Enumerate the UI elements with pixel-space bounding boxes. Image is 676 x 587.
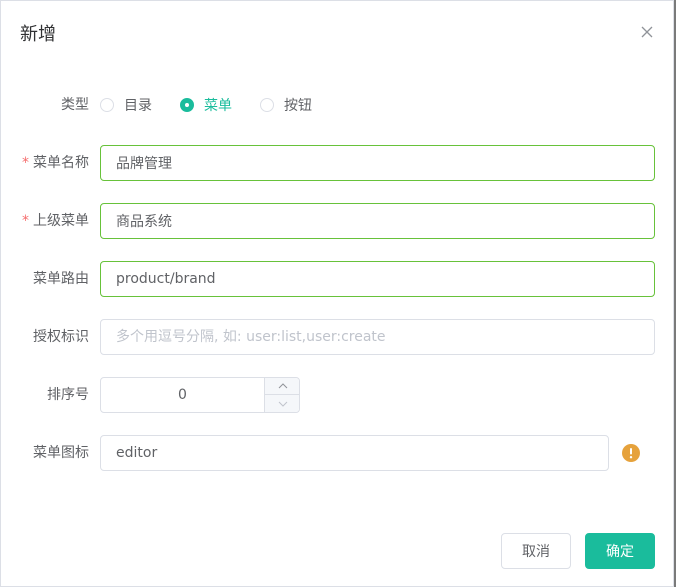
warning-icon[interactable] xyxy=(622,444,640,462)
required-mark: * xyxy=(22,155,29,171)
dialog-title: 新增 xyxy=(20,24,56,45)
confirm-button[interactable]: 确定 xyxy=(585,533,655,569)
stepper-controls xyxy=(264,378,300,412)
radio-menu[interactable]: 菜单 xyxy=(180,95,232,115)
decrement-button[interactable] xyxy=(265,395,300,412)
radio-directory-circle[interactable] xyxy=(100,98,114,112)
increment-button[interactable] xyxy=(265,378,300,395)
menu-route-row: 菜单路由 xyxy=(1,261,675,297)
sort-order-value[interactable]: 0 xyxy=(101,378,264,412)
menu-name-input[interactable] xyxy=(100,145,655,181)
chevron-down-icon xyxy=(278,401,287,407)
radio-menu-circle[interactable] xyxy=(180,98,194,112)
radio-button[interactable]: 按钮 xyxy=(260,95,312,115)
type-row: 类型 目录 菜单 按钮 xyxy=(1,87,675,123)
chevron-up-icon xyxy=(278,383,287,389)
radio-menu-label: 菜单 xyxy=(204,98,232,114)
permission-row: 授权标识 xyxy=(1,319,675,355)
menu-icon-input[interactable] xyxy=(100,435,609,471)
required-mark: * xyxy=(22,213,29,229)
menu-route-label: 菜单路由 xyxy=(33,271,89,287)
menu-route-input[interactable] xyxy=(100,261,655,297)
add-menu-dialog: 新增 类型 目录 菜单 按钮 *菜单名称 *上级菜单 xyxy=(0,0,674,587)
radio-button-circle[interactable] xyxy=(260,98,274,112)
parent-menu-input[interactable] xyxy=(100,203,655,239)
menu-icon-label: 菜单图标 xyxy=(33,445,89,461)
menu-name-label: * 菜单名称 xyxy=(22,155,89,171)
close-icon[interactable] xyxy=(638,23,656,41)
menu-icon-row: 菜单图标 xyxy=(1,435,675,471)
radio-button-label: 按钮 xyxy=(284,98,312,114)
parent-menu-row: * 上级菜单 xyxy=(1,203,675,239)
permission-label: 授权标识 xyxy=(33,329,89,345)
sort-order-row: 排序号 0 xyxy=(1,377,675,413)
menu-name-row: * 菜单名称 xyxy=(1,145,675,181)
permission-input[interactable] xyxy=(100,319,655,355)
sort-order-label: 排序号 xyxy=(47,387,89,403)
radio-directory[interactable]: 目录 xyxy=(100,95,152,115)
type-radio-group: 目录 菜单 按钮 xyxy=(100,87,340,123)
radio-directory-label: 目录 xyxy=(124,98,152,114)
type-label: 类型 xyxy=(61,97,89,113)
cancel-button[interactable]: 取消 xyxy=(501,533,571,569)
sort-order-stepper[interactable]: 0 xyxy=(100,377,300,413)
parent-menu-label: * 上级菜单 xyxy=(22,213,89,229)
